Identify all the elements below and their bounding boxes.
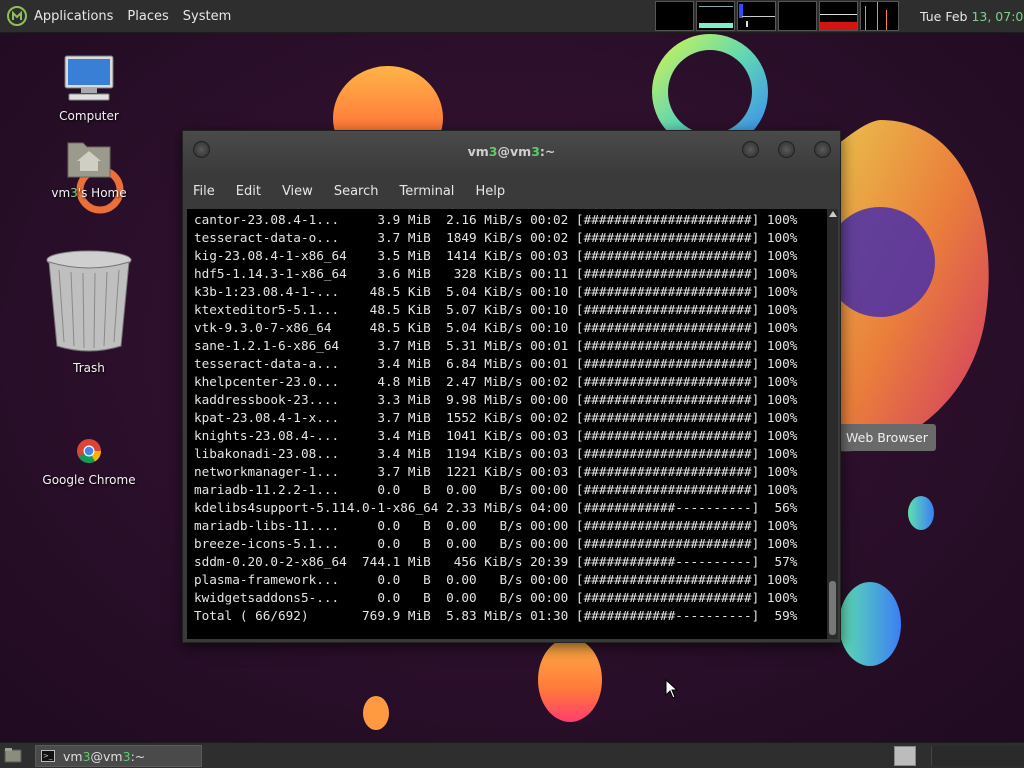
terminal-line: kig-23.08.4-1-x86_64 3.5 MiB 1414 KiB/s … (194, 248, 798, 263)
web-browser-tooltip: Web Browser (838, 424, 936, 451)
mate-logo-icon[interactable] (7, 6, 27, 26)
terminal-line: khelpcenter-23.0... 4.8 MiB 2.47 MiB/s 0… (194, 374, 798, 389)
terminal-line: tesseract-data-o... 3.7 MiB 1849 KiB/s 0… (194, 230, 798, 245)
terminal-window[interactable]: vm3@vm3:~ File Edit View Search Terminal… (182, 130, 841, 643)
terminal-line: ktexteditor5-5.1... 48.5 KiB 5.07 KiB/s … (194, 302, 798, 317)
places-menu[interactable]: Places (127, 9, 168, 24)
memory-monitor (696, 1, 735, 31)
terminal-line: breeze-icons-5.1... 0.0 B 0.00 B/s 00:00… (194, 536, 798, 551)
disk-monitor (860, 1, 899, 31)
terminal-line: vtk-9.3.0-7-x86_64 48.5 KiB 5.04 KiB/s 0… (194, 320, 798, 335)
menu-edit[interactable]: Edit (236, 184, 261, 199)
terminal-line: networkmanager-1... 3.7 MiB 1221 KiB/s 0… (194, 464, 798, 479)
terminal-line: sane-1.2.1-6-x86_64 3.7 MiB 5.31 MiB/s 0… (194, 338, 798, 353)
scroll-up-arrow-icon[interactable] (829, 211, 837, 217)
terminal-line: tesseract-data-a... 3.4 MiB 6.84 MiB/s 0… (194, 356, 798, 371)
menu-help[interactable]: Help (475, 184, 505, 199)
menu-file[interactable]: File (193, 184, 215, 199)
bottom-panel: >_ vm 3 @vm 3:~ (0, 742, 1024, 768)
scrollbar-thumb[interactable] (829, 581, 836, 635)
maximize-button[interactable] (778, 141, 795, 158)
terminal-line: k3b-1:23.08.4-1-... 48.5 KiB 5.04 KiB/s … (194, 284, 798, 299)
panel-clock[interactable]: Tue Feb 13, 07:00 (920, 9, 1024, 24)
trash-icon (46, 250, 132, 352)
system-monitor-graphs[interactable] (655, 1, 899, 31)
terminal-line: mariadb-11.2.2-1... 0.0 B 0.00 B/s 00:00… (194, 482, 798, 497)
load-monitor (819, 1, 858, 31)
terminal-line: sddm-0.20.0-2-x86_64 744.1 MiB 456 KiB/s… (194, 554, 798, 569)
computer-icon (64, 55, 114, 101)
desktop-icon-computer[interactable]: Computer (34, 54, 144, 123)
terminal-line: mariadb-libs-11.... 0.0 B 0.00 B/s 00:00… (194, 518, 798, 533)
terminal-line: kdelibs4support-5.114.0-1-x86_64 2.33 Mi… (194, 500, 798, 515)
cpu-monitor (655, 1, 694, 31)
minimize-button[interactable] (742, 141, 759, 158)
system-menu[interactable]: System (183, 9, 231, 24)
terminal-menubar: File Edit View Search Terminal Help (183, 173, 840, 209)
terminal-icon: >_ (41, 750, 55, 762)
terminal-scrollbar[interactable] (827, 209, 838, 639)
workspace-2[interactable] (931, 746, 1024, 766)
workspace-1[interactable] (894, 746, 916, 766)
home-folder-icon (67, 142, 111, 178)
swap-monitor (778, 1, 817, 31)
desktop-icon-home[interactable]: vm3's Home (34, 137, 144, 200)
menu-search[interactable]: Search (334, 184, 379, 199)
terminal-line: cantor-23.08.4-1... 3.9 MiB 2.16 MiB/s 0… (194, 212, 798, 227)
terminal-line: kwidgetsaddons5-... 0.0 B 0.00 B/s 00:00… (194, 590, 798, 605)
terminal-line: Total ( 66/692) 769.9 MiB 5.83 MiB/s 01:… (194, 608, 798, 623)
applications-menu[interactable]: Applications (34, 9, 113, 24)
taskbar-terminal-button[interactable]: >_ vm 3 @vm 3:~ (35, 745, 202, 767)
terminal-line: kaddressbook-23.... 3.3 MiB 9.98 MiB/s 0… (194, 392, 798, 407)
terminal-output[interactable]: cantor-23.08.4-1... 3.9 MiB 2.16 MiB/s 0… (187, 209, 827, 639)
terminal-line: hdf5-1.14.3-1-x86_64 3.6 MiB 328 KiB/s 0… (194, 266, 798, 281)
mouse-cursor-icon (665, 679, 679, 699)
terminal-line: libakonadi-23.08... 3.4 MiB 1194 KiB/s 0… (194, 446, 798, 461)
menu-terminal[interactable]: Terminal (399, 184, 454, 199)
terminal-text: cantor-23.08.4-1... 3.9 MiB 2.16 MiB/s 0… (187, 209, 827, 625)
show-desktop-icon[interactable] (4, 747, 22, 763)
desktop-icon-trash[interactable]: Trash (34, 248, 144, 375)
terminal-titlebar[interactable]: vm3@vm3:~ (183, 131, 840, 173)
network-monitor (737, 1, 776, 31)
terminal-line: plasma-framework... 0.0 B 0.00 B/s 00:00… (194, 572, 798, 587)
top-panel: Applications Places System Tue Feb 13, 0… (0, 0, 1024, 33)
menu-view[interactable]: View (282, 184, 313, 199)
chrome-icon (77, 439, 101, 464)
desktop-icon-google-chrome[interactable]: Google Chrome (34, 438, 144, 487)
terminal-line: kpat-23.08.4-1-x... 3.7 MiB 1552 KiB/s 0… (194, 410, 798, 425)
close-button[interactable] (814, 141, 831, 158)
terminal-line: knights-23.08.4-... 3.4 MiB 1041 KiB/s 0… (194, 428, 798, 443)
